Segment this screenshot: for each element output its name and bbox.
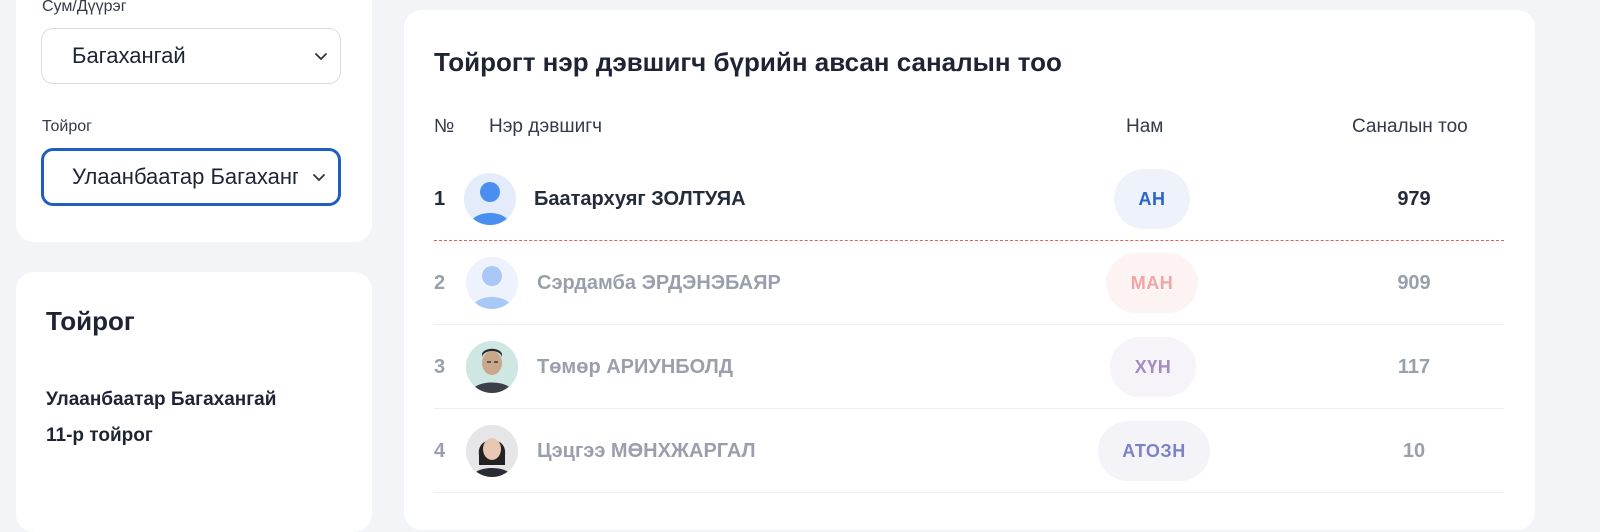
constituency-info-card: Тойрог Улаанбаатар Багахангай 11-р тойро… xyxy=(16,272,372,532)
rank: 1 xyxy=(434,188,446,210)
placeholder-avatar-icon xyxy=(464,173,516,225)
party-badge: АТОЗН xyxy=(1098,421,1210,481)
table-row[interactable]: 3 Төмөр АРИУНБОЛД ХҮН 117 xyxy=(434,325,1504,409)
rank: 3 xyxy=(434,356,446,378)
vote-count: 10 xyxy=(1402,440,1426,462)
candidate-name: Баатархуяг ЗОЛТУЯА xyxy=(534,188,746,210)
row-divider xyxy=(434,492,1504,493)
header-no: № xyxy=(434,116,455,137)
rank: 4 xyxy=(434,440,446,462)
chevron-down-icon xyxy=(315,53,327,60)
party-badge: АН xyxy=(1114,169,1190,229)
info-line-2: 11-р тойрог xyxy=(46,425,153,446)
candidate-name: Төмөр АРИУНБОЛД xyxy=(537,356,733,378)
constituency-label: Тойрог xyxy=(42,118,92,135)
header-votes: Саналын тоо xyxy=(1352,116,1468,137)
candidate-photo-man xyxy=(466,341,518,393)
party-badge: ХҮН xyxy=(1110,337,1196,397)
table-row[interactable]: 4 Цэцгээ МӨНХЖАРГАЛ АТОЗН 10 xyxy=(434,409,1504,493)
candidate-name: Цэцгээ МӨНХЖАРГАЛ xyxy=(537,440,756,462)
vote-count: 909 xyxy=(1397,272,1431,294)
filter-card: Сум/Дүүрэг Багахангай Тойрог Улаанбаатар… xyxy=(16,0,372,242)
constituency-select[interactable]: Улаанбаатар Багахангай xyxy=(41,148,341,206)
vote-count: 979 xyxy=(1397,188,1431,210)
constituency-select-value: Улаанбаатар Багахангай xyxy=(72,164,298,189)
candidate-photo-woman xyxy=(466,425,518,477)
placeholder-avatar-icon xyxy=(466,257,518,309)
info-line-1: Улаанбаатар Багахангай xyxy=(46,389,277,410)
table-row[interactable]: 1 Баатархуяг ЗОЛТУЯА АН 979 xyxy=(434,157,1504,241)
header-candidate: Нэр дэвшигч xyxy=(489,116,603,137)
results-title: Тойрогт нэр дэвшигч бүрийн авсан саналын… xyxy=(434,47,1062,77)
party-badge: МАН xyxy=(1106,253,1198,313)
results-card: Тойрогт нэр дэвшигч бүрийн авсан саналын… xyxy=(404,10,1535,530)
district-label: Сум/Дүүрэг xyxy=(42,0,127,15)
vote-count: 117 xyxy=(1397,356,1431,378)
chevron-down-icon xyxy=(313,174,325,181)
district-select[interactable]: Багахангай xyxy=(41,28,341,84)
header-party: Нам xyxy=(1126,116,1164,137)
table-row[interactable]: 2 Сэрдамба ЭРДЭНЭБАЯР МАН 909 xyxy=(434,241,1504,325)
rank: 2 xyxy=(434,272,446,294)
candidate-name: Сэрдамба ЭРДЭНЭБАЯР xyxy=(537,272,781,294)
info-title: Тойрог xyxy=(46,306,135,336)
district-select-value: Багахангай xyxy=(72,43,186,68)
